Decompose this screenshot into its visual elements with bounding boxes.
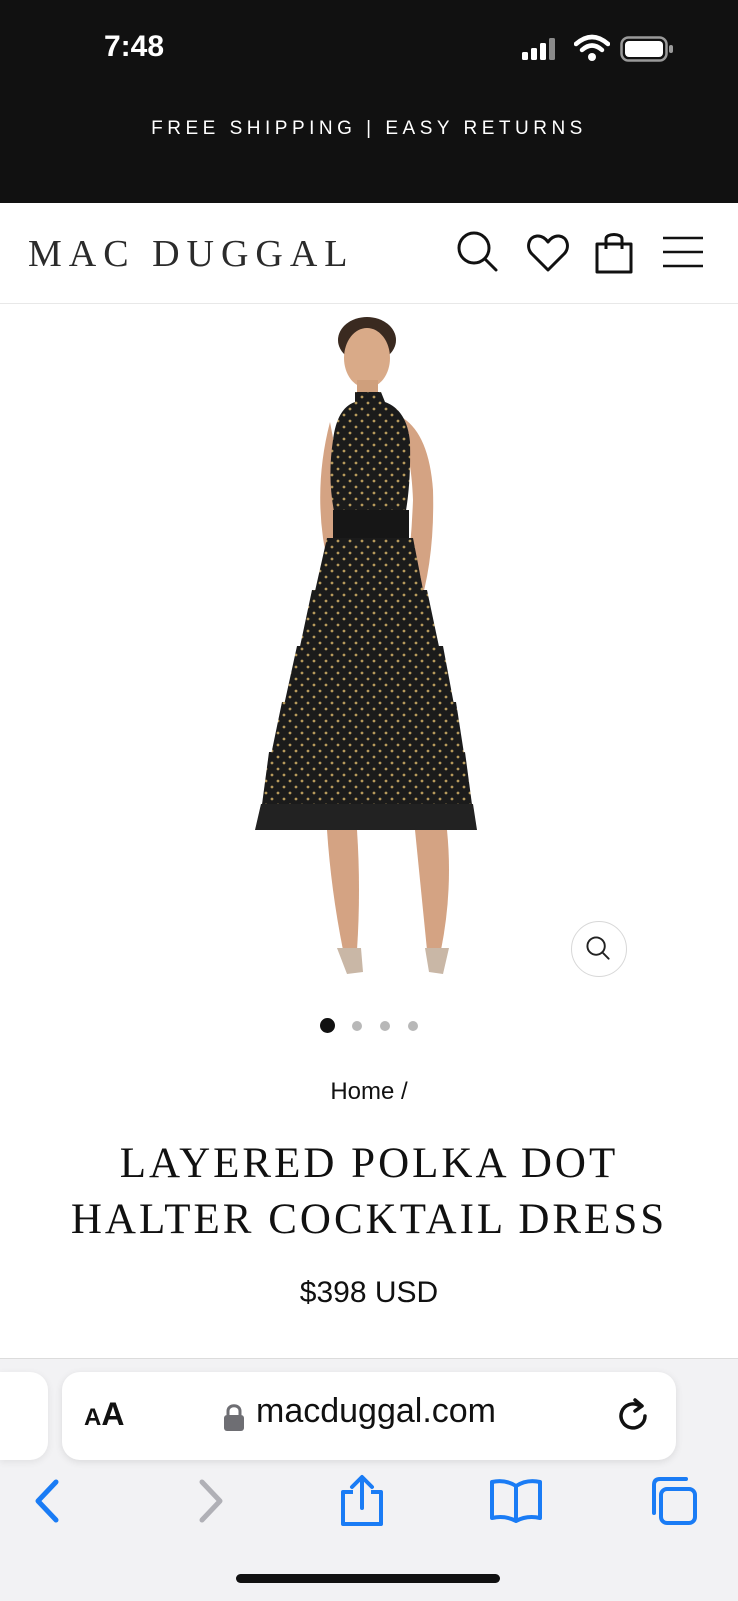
battery-icon <box>620 36 673 62</box>
bookmarks-icon[interactable] <box>489 1474 543 1528</box>
brand-logo[interactable]: MAC DUGGAL <box>28 232 355 276</box>
url-text[interactable]: macduggal.com <box>256 1392 496 1431</box>
home-indicator <box>236 1574 500 1583</box>
hamburger-menu-icon[interactable] <box>659 228 707 276</box>
back-icon[interactable] <box>22 1474 76 1528</box>
promo-banner[interactable]: FREE SHIPPING | EASY RETURNS <box>0 118 738 140</box>
aa-small-glyph: A <box>84 1404 102 1431</box>
share-icon[interactable] <box>335 1474 389 1528</box>
product-title: LAYERED POLKA DOT HALTER COCKTAIL DRESS <box>20 1136 718 1248</box>
previous-tab-preview[interactable] <box>0 1372 48 1460</box>
lock-icon <box>224 1404 244 1431</box>
carousel-dot[interactable] <box>380 1021 390 1031</box>
reload-icon[interactable] <box>615 1396 655 1436</box>
product-price: $398 USD <box>299 1276 439 1309</box>
page-settings-button[interactable]: AA <box>84 1396 124 1433</box>
cellular-signal-icon <box>522 38 555 60</box>
zoom-icon[interactable] <box>571 921 627 977</box>
product-title-line: HALTER COCKTAIL DRESS <box>70 1196 668 1243</box>
breadcrumb[interactable]: Home / <box>0 1078 738 1106</box>
carousel-dot[interactable] <box>320 1018 335 1033</box>
status-time: 7:48 <box>104 30 165 63</box>
product-photo[interactable] <box>215 310 515 995</box>
product-title-line: LAYERED POLKA DOT <box>119 1140 619 1187</box>
wishlist-heart-icon[interactable] <box>524 228 572 276</box>
carousel-dot[interactable] <box>352 1021 362 1031</box>
tabs-icon[interactable] <box>646 1474 700 1528</box>
carousel-dot[interactable] <box>408 1021 418 1031</box>
search-icon[interactable] <box>454 228 502 276</box>
wifi-icon <box>574 34 610 61</box>
forward-icon[interactable] <box>182 1474 236 1528</box>
shopping-bag-icon[interactable] <box>590 228 638 276</box>
aa-large-glyph: A <box>101 1396 125 1432</box>
